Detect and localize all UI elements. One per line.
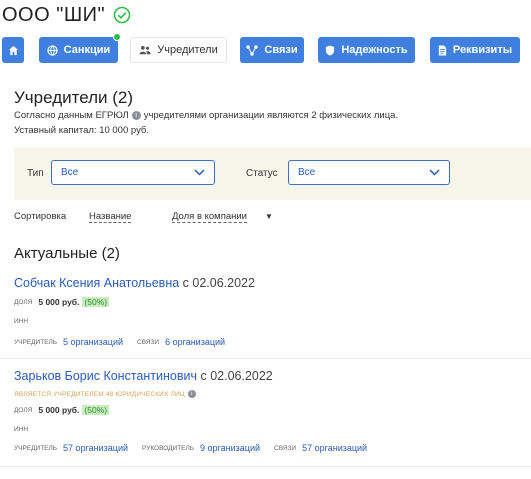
connections-link[interactable]: 57 организаций xyxy=(302,443,367,453)
founder-note-text: ЯВЛЯЕТСЯ УЧРЕДИТЕЛЕМ 48 ЮРИДИЧЕСКИХ ЛИЦ xyxy=(14,390,185,398)
founder-links: УЧРЕДИТЕЛЬ 57 организаций РУКОВОДИТЕЛЬ 9… xyxy=(14,443,381,453)
tab-home[interactable] xyxy=(2,37,24,63)
company-name: ООО "ШИ" xyxy=(2,3,106,26)
founder-row: Собчак Ксения Анатольевна с 02.06.2022 xyxy=(14,276,255,290)
type-select[interactable]: Все xyxy=(51,160,215,185)
chevron-down-icon xyxy=(429,168,440,180)
notification-dot xyxy=(113,33,121,41)
tab-founders-label: Учредители xyxy=(157,44,218,56)
founder-name-link[interactable]: Зарьков Борис Константинович xyxy=(14,369,197,383)
sort-by-name[interactable]: Название xyxy=(89,211,132,223)
share-icon xyxy=(246,44,264,56)
founder-orgs-link[interactable]: 5 организаций xyxy=(63,337,123,347)
sort-direction-icon[interactable]: ▼ xyxy=(265,212,273,221)
sort-label: Сортировка xyxy=(14,211,67,222)
share-label: ДОЛЯ xyxy=(14,406,33,414)
director-role-label: РУКОВОДИТЕЛЬ xyxy=(142,444,195,452)
inn-label: ИНН xyxy=(14,318,29,325)
status-filter-label: Статус xyxy=(246,168,278,179)
tab-sanctions-label: Санкции xyxy=(63,44,111,56)
founder-role-label: УЧРЕДИТЕЛЬ xyxy=(14,338,58,346)
founder-orgs-link[interactable]: 57 организаций xyxy=(63,443,128,453)
director-orgs-link[interactable]: 9 организаций xyxy=(200,443,260,453)
tab-links-label: Связи xyxy=(264,44,298,56)
status-select[interactable]: Все xyxy=(288,160,450,185)
connections-link[interactable]: 6 организаций xyxy=(165,337,225,347)
share-percent: (50%) xyxy=(82,405,110,415)
divider xyxy=(0,466,531,467)
founder-links: УЧРЕДИТЕЛЬ 5 организаций СВЯЗИ 6 организ… xyxy=(14,337,239,347)
divider xyxy=(0,358,531,359)
page-title: Учредители (2) xyxy=(14,88,134,107)
chevron-down-icon xyxy=(194,168,205,180)
founder-name-link[interactable]: Собчак Ксения Анатольевна xyxy=(14,276,179,290)
founder-role-label: УЧРЕДИТЕЛЬ xyxy=(14,444,58,452)
status-select-value: Все xyxy=(298,167,316,178)
founder-row: Зарьков Борис Константинович с 02.06.202… xyxy=(14,369,273,383)
type-select-value: Все xyxy=(61,167,79,178)
share-amount: 5 000 руб. xyxy=(38,297,80,307)
connections-label: СВЯЗИ xyxy=(274,444,297,452)
tab-sanctions[interactable]: Санкции xyxy=(39,33,121,63)
inn-label: ИНН xyxy=(14,426,29,433)
globe-icon xyxy=(46,44,64,56)
founder-share: ДОЛЯ 5 000 руб. (50%) xyxy=(14,405,110,415)
filter-panel: Тип Все Статус Все xyxy=(14,147,531,200)
share-amount: 5 000 руб. xyxy=(38,405,80,415)
tab-reliability-label: Надежность xyxy=(341,44,408,56)
founder-since: с 02.06.2022 xyxy=(182,276,255,290)
tab-founders[interactable]: Учредители xyxy=(130,37,227,63)
founder-note: ЯВЛЯЕТСЯ УЧРЕДИТЕЛЕМ 48 ЮРИДИЧЕСКИХ ЛИЦ … xyxy=(14,390,199,398)
connections-label: СВЯЗИ xyxy=(137,338,160,346)
share-percent: (50%) xyxy=(82,297,110,307)
founder-since: с 02.06.2022 xyxy=(200,369,273,383)
home-icon xyxy=(8,45,19,56)
tab-requisites[interactable]: Реквизиты xyxy=(430,37,520,63)
shield-icon xyxy=(325,44,341,56)
document-icon xyxy=(438,44,453,56)
sort-by-share[interactable]: Доля в компании xyxy=(172,211,247,223)
share-label: ДОЛЯ xyxy=(14,298,33,306)
company-header: ООО "ШИ" xyxy=(0,0,531,30)
summary-text-after: учредителями организации являются 2 физи… xyxy=(143,110,399,121)
summary-text: Согласно данным ЕГРЮЛ i учредителями орг… xyxy=(14,110,398,121)
summary-text-before: Согласно данным ЕГРЮЛ xyxy=(14,110,129,121)
type-filter-label: Тип xyxy=(27,168,44,179)
tab-reliability[interactable]: Надежность xyxy=(318,37,415,63)
tab-bar: Санкции Учредители Связи Надежность Рекв… xyxy=(0,33,531,63)
tab-links[interactable]: Связи xyxy=(240,37,304,63)
founder-share: ДОЛЯ 5 000 руб. (50%) xyxy=(14,297,110,307)
check-circle-icon xyxy=(113,6,131,24)
people-icon xyxy=(139,45,157,55)
info-icon[interactable]: i xyxy=(187,390,196,398)
authorized-capital: Уставный капитал: 10 000 руб. xyxy=(14,125,150,136)
tab-requisites-label: Реквизиты xyxy=(452,44,513,56)
info-icon[interactable]: i xyxy=(131,111,141,120)
section-title: Актуальные (2) xyxy=(14,245,120,262)
